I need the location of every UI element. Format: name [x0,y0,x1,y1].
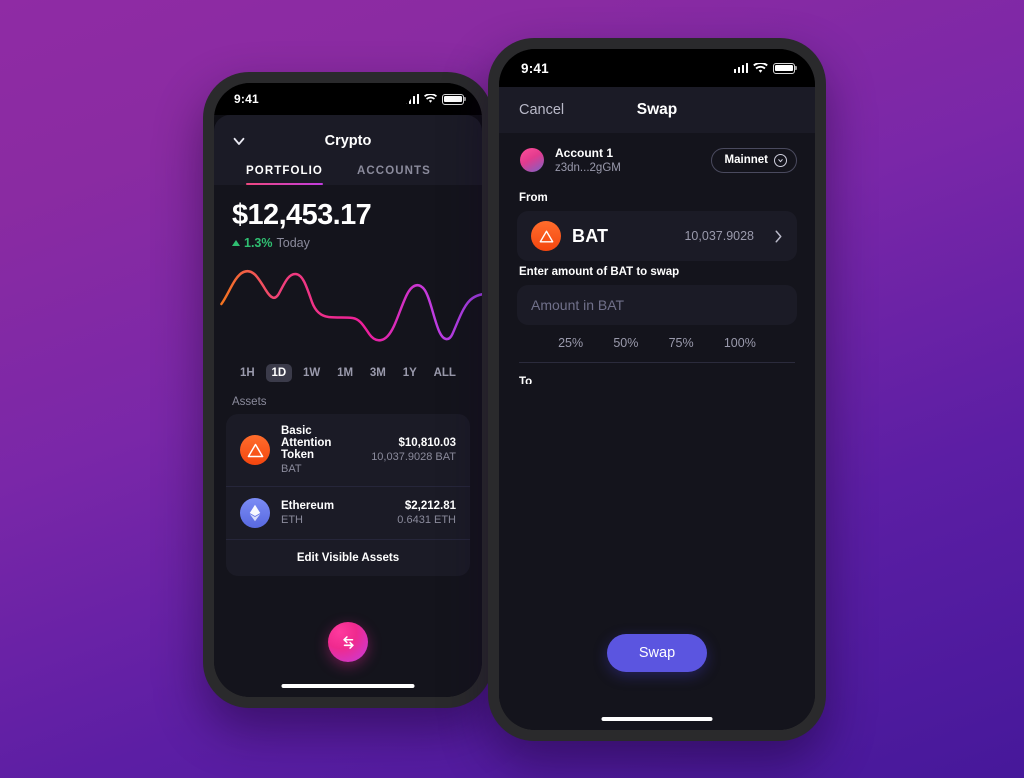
section-divider [519,362,795,363]
portfolio-tabs: PORTFOLIO ACCOUNTS [230,159,466,185]
asset-values: $10,810.03 10,037.9028 BAT [371,437,456,463]
asset-name: Basic Attention Token [281,425,332,461]
change-period: Today [276,236,310,250]
page-title: Swap [636,101,678,118]
tab-portfolio[interactable]: PORTFOLIO [246,165,323,185]
chevron-down-circle-icon [774,153,787,167]
bat-token-icon [240,435,270,465]
range-1y[interactable]: 1Y [397,364,423,382]
range-all[interactable]: ALL [428,364,462,382]
table-row[interactable]: Ethereum ETH $2,212.81 0.6431 ETH [226,486,470,539]
bat-token-icon [531,221,561,251]
asset-values: $2,212.81 0.6431 ETH [397,500,456,526]
right-notch [581,49,733,77]
timeframe-selector: 1H 1D 1W 1M 3M 1Y ALL [214,356,482,382]
home-indicator [281,683,415,688]
account-row[interactable]: Account 1 z3dn...2gGM Mainnet [517,133,797,187]
swap-arrows-icon [342,635,354,649]
chart-line [220,269,482,342]
asset-name: Ethereum [281,500,335,512]
left-phone-screen: 9:41 Crypto PORTFOLIO ACCOUNTS $12,453.1… [214,83,482,697]
tab-accounts[interactable]: ACCOUNTS [357,165,431,185]
percent-50[interactable]: 50% [613,336,638,350]
swap-spacer [499,384,815,635]
wifi-icon [424,94,437,104]
percent-100[interactable]: 100% [724,336,756,350]
triangle-up-icon [232,240,240,246]
home-indicator [601,716,713,721]
right-phone-screen: 9:41 Cancel Swap Account 1 z3dn...2gGM M… [499,49,815,730]
account-address: z3dn...2gGM [555,162,621,174]
asset-fiat-value: $10,810.03 [398,437,456,449]
status-time: 9:41 [521,60,549,76]
to-section-label: To [519,376,533,384]
from-token-balance: 10,037.9028 [684,229,754,243]
asset-identity: Basic Attention Token BAT [281,425,360,475]
range-3m[interactable]: 3M [364,364,392,382]
network-selector[interactable]: Mainnet [710,147,797,173]
assets-card: Basic Attention Token BAT $10,810.03 10,… [226,414,470,576]
left-notch [283,83,413,107]
swap-submit-button[interactable]: Swap [606,634,708,672]
cellular-bars-icon [733,63,748,73]
range-1m[interactable]: 1M [331,364,359,382]
range-1w[interactable]: 1W [297,364,326,382]
table-row[interactable]: Basic Attention Token BAT $10,810.03 10,… [226,414,470,486]
battery-icon [442,93,464,105]
asset-symbol: ETH [281,514,303,526]
portfolio-body: $12,453.17 1.3% Today 1H 1D 1W 1M 3M 1Y … [214,185,482,576]
asset-identity: Ethereum ETH [281,500,386,526]
edit-visible-assets-button[interactable]: Edit Visible Assets [226,539,470,576]
asset-symbol: BAT [281,463,302,475]
asset-quantity: 0.6431 ETH [397,514,456,526]
percent-25[interactable]: 25% [558,336,583,350]
account-texts: Account 1 z3dn...2gGM [555,146,700,174]
status-icons [404,93,464,105]
wifi-icon [753,62,768,74]
crypto-navbar: Crypto PORTFOLIO ACCOUNTS [214,115,482,185]
swap-sheet: Cancel Swap Account 1 z3dn...2gGM Mainne… [499,87,815,730]
percent-75[interactable]: 75% [669,336,694,350]
crypto-navbar-row: Crypto [230,123,466,159]
crypto-portfolio-sheet: Crypto PORTFOLIO ACCOUNTS $12,453.17 1.3… [214,115,482,697]
chevron-right-icon [775,230,782,242]
swap-content: Account 1 z3dn...2gGM Mainnet From BAT 1… [499,133,815,384]
page-title: Crypto [324,133,372,149]
asset-quantity: 10,037.9028 BAT [371,451,456,463]
assets-header: Assets [232,396,267,408]
account-name: Account 1 [555,146,614,160]
left-phone-device: 9:41 Crypto PORTFOLIO ACCOUNTS $12,453.1… [203,72,493,708]
balance-change: 1.3% Today [232,236,482,250]
from-amount-label: Enter amount of BAT to swap [519,266,680,278]
from-section-label: From [519,192,548,204]
right-phone-device: 9:41 Cancel Swap Account 1 z3dn...2gGM M… [488,38,826,741]
balance-block: $12,453.17 1.3% Today [214,185,482,250]
from-token-selector[interactable]: BAT 10,037.9028 [517,211,797,261]
total-balance: $12,453.17 [232,199,372,231]
range-1h[interactable]: 1H [234,364,261,382]
from-amount-input[interactable]: Amount in BAT [517,285,797,325]
asset-fiat-value: $2,212.81 [404,500,456,512]
avatar [520,148,544,172]
network-label: Mainnet [724,154,768,166]
status-icons [733,62,795,74]
battery-icon [773,62,795,74]
portfolio-chart-svg [220,269,482,342]
percentage-shortcuts: 25% 50% 75% 100% [517,325,797,361]
swap-fab-button[interactable] [328,622,368,662]
range-1d[interactable]: 1D [265,364,293,382]
eth-token-icon [240,498,270,528]
portfolio-chart [214,256,482,356]
status-time: 9:41 [234,92,259,106]
change-percent: 1.3% [244,236,273,250]
swap-navbar: Cancel Swap [499,87,815,133]
from-token-symbol: BAT [572,225,609,246]
